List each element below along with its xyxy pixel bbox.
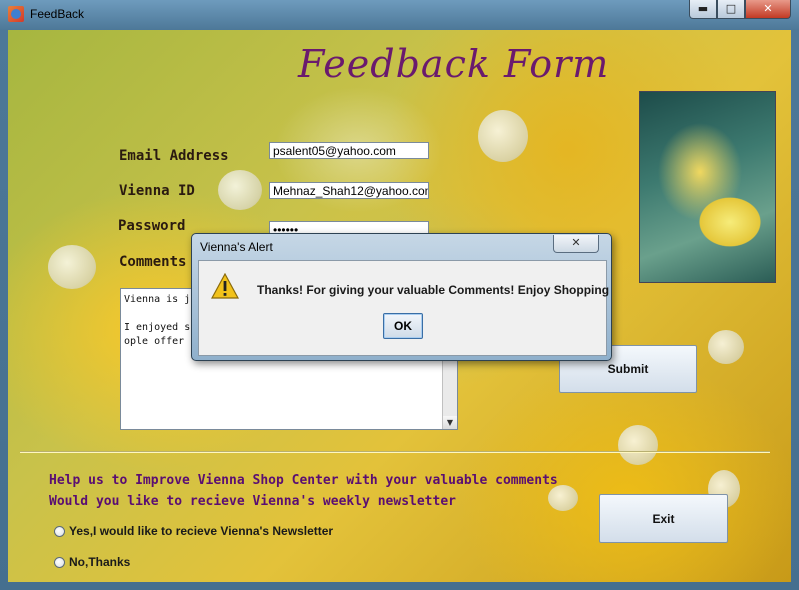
radio-no-label: No,Thanks (69, 555, 131, 569)
title-bar[interactable]: FeedBack ▬ □ ✕ (0, 0, 799, 30)
background-dice-pip (618, 425, 658, 465)
vienna-id-field[interactable]: Mehnaz_Shah12@yahoo.com (269, 182, 429, 199)
warning-icon (211, 273, 239, 299)
background-dice-pip (478, 110, 528, 162)
dialog-title: Vienna's Alert (200, 240, 273, 254)
dialog-close-button[interactable]: ✕ (553, 235, 599, 253)
exit-button[interactable]: Exit (599, 494, 728, 543)
background-dice-pip (218, 170, 262, 210)
radio-yes-label: Yes,I would like to recieve Vienna's New… (69, 524, 334, 538)
background-dice-pip (548, 485, 578, 511)
background-dice-pip (48, 245, 96, 289)
page-title: Feedback Form (298, 42, 610, 86)
close-button[interactable]: ✕ (745, 0, 791, 19)
java-app-icon (8, 6, 24, 22)
ok-button[interactable]: OK (383, 313, 423, 339)
newsletter-question: Would you like to recieve Vienna's weekl… (49, 494, 456, 509)
divider (20, 451, 770, 453)
alert-dialog: Vienna's Alert ✕ Thanks! For giving your… (191, 233, 612, 361)
scroll-down-arrow-icon[interactable]: ▼ (443, 416, 457, 429)
newsletter-no-option[interactable]: No,Thanks (54, 555, 130, 569)
email-label: Email Address (119, 148, 229, 164)
dialog-message: Thanks! For giving your valuable Comment… (257, 283, 610, 297)
fish-image (639, 91, 776, 283)
newsletter-yes-option[interactable]: Yes,I would like to recieve Vienna's New… (54, 524, 333, 538)
comments-label: Comments (119, 254, 187, 270)
dialog-body: Thanks! For giving your valuable Comment… (198, 260, 610, 356)
vienna-id-label: Vienna ID (119, 183, 195, 199)
radio-no[interactable] (54, 556, 65, 568)
background-dice-pip (708, 330, 744, 364)
improve-text: Help us to Improve Vienna Shop Center wi… (49, 473, 558, 488)
email-field[interactable]: psalent05@yahoo.com (269, 142, 429, 159)
radio-yes[interactable] (54, 525, 65, 537)
window-controls: ▬ □ ✕ (689, 0, 791, 20)
minimize-button[interactable]: ▬ (689, 0, 717, 19)
password-label: Password (118, 218, 186, 234)
window-title: FeedBack (30, 7, 85, 21)
maximize-button[interactable]: □ (717, 0, 745, 19)
